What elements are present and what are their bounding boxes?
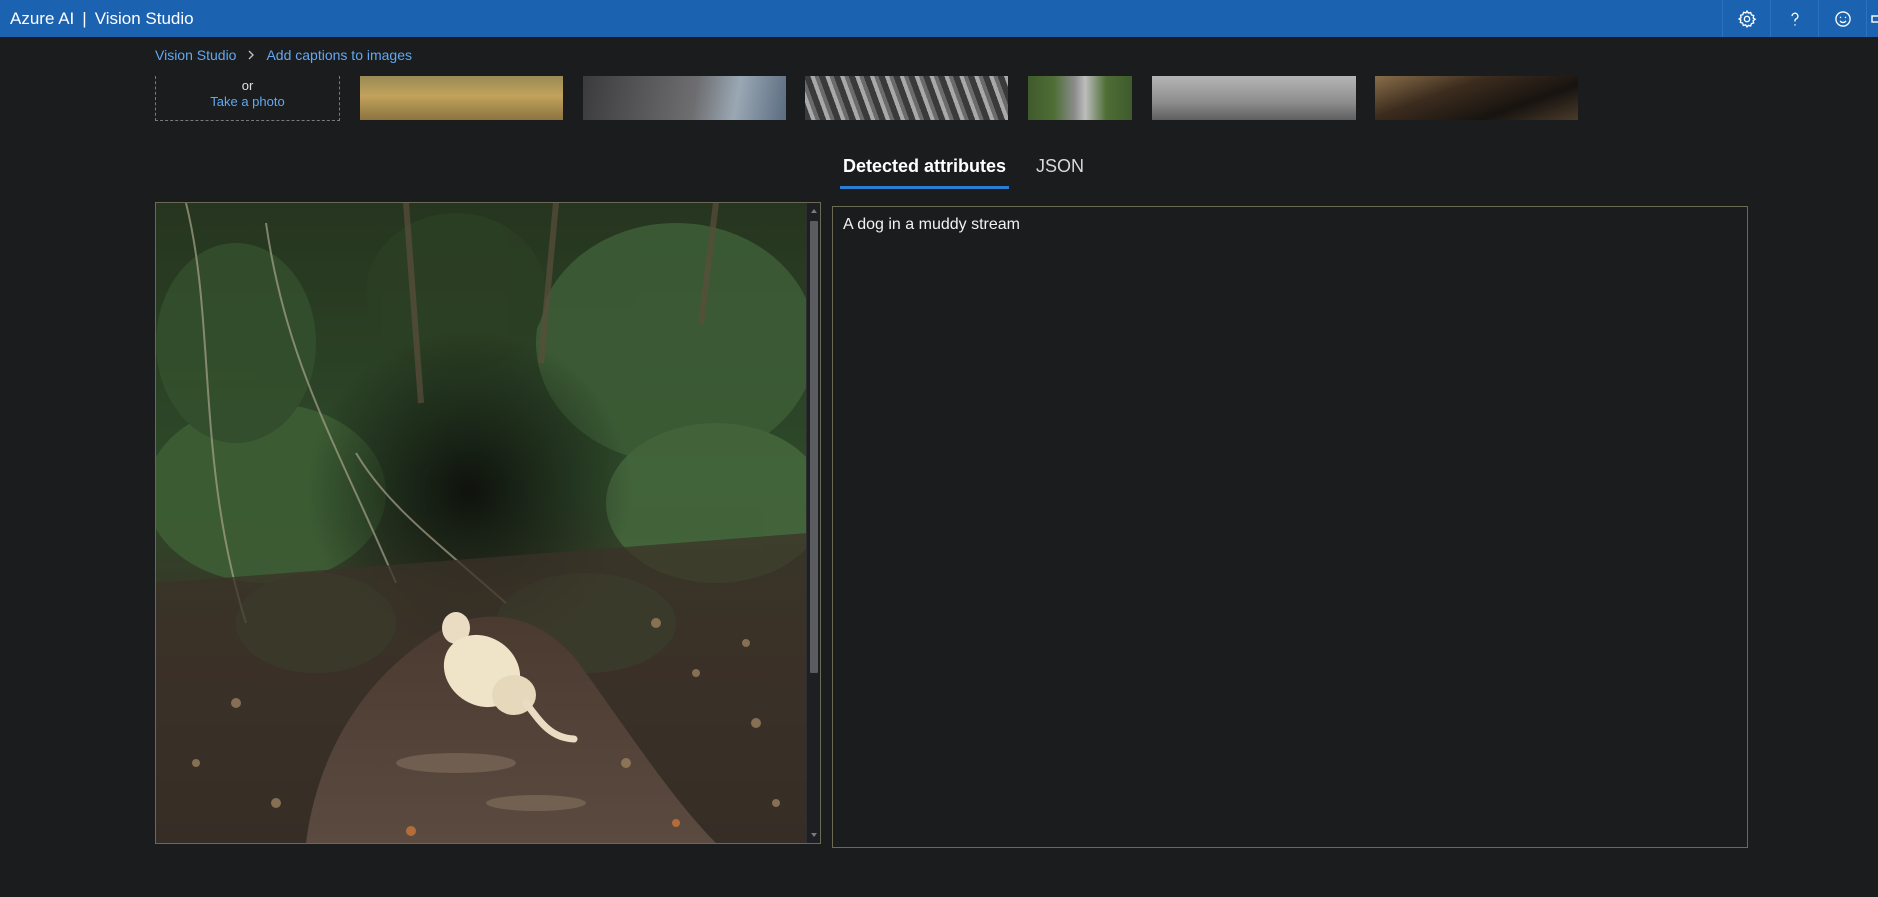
image-preview	[155, 202, 821, 844]
help-icon	[1790, 12, 1799, 26]
breadcrumb: Vision Studio Add captions to images	[155, 47, 412, 63]
scroll-up-arrow-icon[interactable]	[810, 207, 818, 215]
header-actions	[1722, 0, 1878, 37]
tab-json[interactable]: JSON	[1033, 150, 1087, 189]
image-scrollbar[interactable]	[806, 203, 820, 843]
sample-image-thumbnail[interactable]	[1375, 76, 1578, 120]
smiley-icon	[1834, 10, 1851, 27]
caption-text: A dog in a muddy stream	[843, 216, 1020, 233]
brand-name: Azure AI	[10, 8, 75, 28]
help-button[interactable]	[1770, 0, 1818, 37]
feedback-button[interactable]	[1818, 0, 1866, 37]
sample-image-thumbnail[interactable]	[1152, 76, 1356, 120]
chevron-right-icon	[248, 50, 255, 60]
scrollbar-thumb[interactable]	[810, 221, 818, 673]
sample-image-thumbnail[interactable]	[1028, 76, 1132, 120]
breadcrumb-vision-studio[interactable]: Vision Studio	[155, 47, 236, 63]
dog-in-stream-photo	[156, 203, 808, 843]
take-photo-link[interactable]: Take a photo	[156, 94, 339, 109]
app-brand[interactable]: Azure AI | Vision Studio	[0, 9, 194, 29]
result-tabs: Detected attributes JSON	[840, 150, 1111, 189]
breadcrumb-add-captions[interactable]: Add captions to images	[266, 47, 412, 63]
sample-image-thumbnail[interactable]	[360, 76, 563, 120]
brand-separator: |	[82, 8, 87, 28]
upload-or-text: or	[241, 78, 254, 93]
scroll-down-arrow-icon[interactable]	[810, 831, 818, 839]
sample-image-thumbnail[interactable]	[583, 76, 786, 120]
settings-button[interactable]	[1722, 0, 1770, 37]
product-name: Vision Studio	[94, 8, 194, 28]
upload-dropzone[interactable]: or Take a photo	[155, 76, 340, 121]
tab-detected-attributes[interactable]: Detected attributes	[840, 150, 1010, 189]
account-button[interactable]	[1866, 0, 1878, 37]
gear-icon	[1737, 9, 1756, 28]
account-icon	[1870, 14, 1878, 23]
top-bar: Azure AI | Vision Studio	[0, 0, 1878, 37]
detected-attributes-panel: A dog in a muddy stream	[832, 206, 1748, 848]
sample-image-thumbnail[interactable]	[805, 76, 1008, 120]
